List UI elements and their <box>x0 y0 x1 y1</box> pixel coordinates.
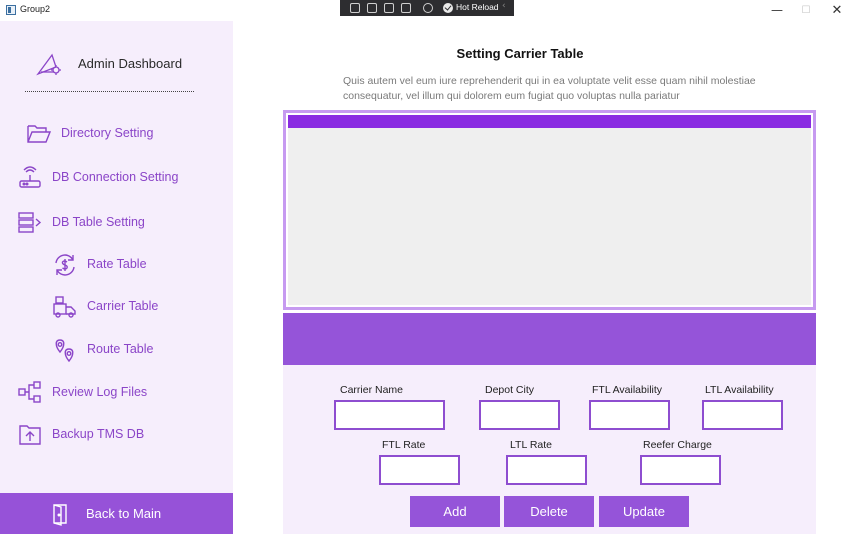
sidebar-divider <box>25 91 194 92</box>
debug-toolbar: Hot Reload ‹ <box>340 0 514 16</box>
sidebar-header: Admin Dashboard <box>0 51 233 79</box>
router-icon <box>19 166 41 188</box>
sidebar-item-label: Route Table <box>87 342 154 356</box>
sidebar-item-backup-tms-db[interactable]: Backup TMS DB <box>18 422 218 452</box>
display-layout-icon[interactable] <box>384 3 394 13</box>
collapse-chevron-icon[interactable]: ‹ <box>502 1 506 11</box>
depot-city-input[interactable] <box>479 400 560 430</box>
sidebar-item-rate-table[interactable]: Rate Table <box>52 252 222 282</box>
window-title: Group2 <box>20 4 51 14</box>
sidebar-item-db-table-setting[interactable]: DB Table Setting <box>18 210 218 240</box>
carrier-form: Carrier Name Depot City FTL Availability… <box>283 365 816 534</box>
delete-button[interactable]: Delete <box>504 496 594 527</box>
hot-reload-check-icon <box>443 3 453 13</box>
compass-ruler-icon <box>36 53 61 76</box>
select-element-icon[interactable] <box>350 3 360 13</box>
sidebar-item-label: DB Table Setting <box>52 215 145 229</box>
ftl-rate-input[interactable] <box>379 455 460 485</box>
sidebar-item-label: Review Log Files <box>52 385 148 399</box>
sidebar-item-db-connection-setting[interactable]: DB Connection Setting <box>18 165 228 195</box>
sidebar-item-label: Rate Table <box>87 257 147 271</box>
ltl-availability-input[interactable] <box>702 400 783 430</box>
flowchart-icon <box>18 381 41 403</box>
maximize-button[interactable]: ☐ <box>791 2 821 19</box>
ftl-availability-label: FTL Availability <box>592 384 663 396</box>
back-to-main-label: Back to Main <box>86 506 162 521</box>
dollar-refresh-icon <box>55 254 75 276</box>
data-grid-border <box>286 113 813 307</box>
folder-icon <box>27 125 52 143</box>
carrier-data-grid[interactable] <box>283 110 816 310</box>
sidebar-item-label: Directory Setting <box>61 126 154 140</box>
depot-city-label: Depot City <box>485 384 535 396</box>
track-focus-icon[interactable] <box>401 3 411 13</box>
table-list-icon <box>18 212 42 233</box>
truck-icon <box>53 296 76 318</box>
add-button[interactable]: Add <box>410 496 500 527</box>
upload-folder-icon <box>19 425 41 445</box>
data-grid-body[interactable] <box>288 115 811 305</box>
sidebar-item-route-table[interactable]: Route Table <box>52 337 222 367</box>
carrier-name-label: Carrier Name <box>340 384 404 396</box>
sidebar-item-review-log-files[interactable]: Review Log Files <box>18 380 218 410</box>
ftl-availability-input[interactable] <box>589 400 670 430</box>
back-to-main-button[interactable]: Back to Main <box>0 493 233 534</box>
page-description: Quis autem vel eum iure reprehenderit qu… <box>343 75 756 102</box>
hot-reload-label[interactable]: Hot Reload <box>456 2 499 12</box>
reefer-charge-label: Reefer Charge <box>643 439 712 451</box>
map-pin-icon <box>55 339 74 363</box>
ltl-availability-label: LTL Availability <box>705 384 774 396</box>
sidebar-item-directory-setting[interactable]: Directory Setting <box>26 121 226 151</box>
minimize-button[interactable]: — <box>762 2 792 19</box>
app-window: Group2 — ☐ ✕ Hot Reload ‹ Admin Dashboar… <box>0 0 854 534</box>
ltl-rate-input[interactable] <box>506 455 587 485</box>
data-grid-header[interactable] <box>288 115 811 128</box>
cursor-select-icon[interactable] <box>367 3 377 13</box>
sidebar-title: Admin Dashboard <box>78 56 183 71</box>
carrier-name-input[interactable] <box>334 400 445 430</box>
sidebar-item-carrier-table[interactable]: Carrier Table <box>52 294 222 324</box>
sidebar: Admin Dashboard Directory Setting DB Con… <box>0 21 233 534</box>
ftl-rate-label: FTL Rate <box>382 439 426 451</box>
accessibility-icon[interactable] <box>423 3 433 13</box>
door-exit-icon <box>53 504 67 526</box>
close-button[interactable]: ✕ <box>822 2 852 19</box>
sidebar-item-label: DB Connection Setting <box>52 170 179 184</box>
page-title: Setting Carrier Table <box>456 46 584 61</box>
reefer-charge-input[interactable] <box>640 455 721 485</box>
ltl-rate-label: LTL Rate <box>510 439 553 451</box>
sidebar-item-label: Carrier Table <box>87 299 159 313</box>
sidebar-item-label: Backup TMS DB <box>52 427 145 441</box>
section-banner <box>283 313 816 365</box>
app-icon <box>6 5 16 15</box>
update-button[interactable]: Update <box>599 496 689 527</box>
